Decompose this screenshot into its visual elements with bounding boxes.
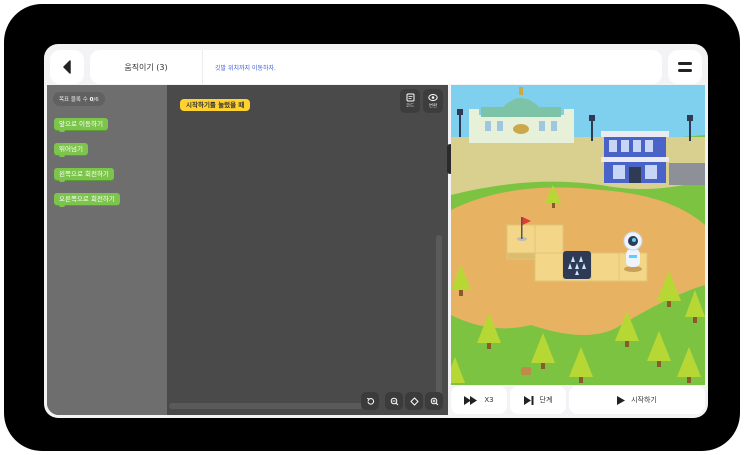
- horizontal-scrollbar[interactable]: [169, 403, 363, 409]
- block-palette: 목표 블록 수 0/6 앞으로 이동하기 뛰어넘기 왼쪽으로 회전하기 오른쪽으…: [47, 85, 167, 415]
- app-screen: 움직이기 (3) 깃발 위치까지 이동하자. 목표 블록 수 0/6 앞으로 이…: [44, 44, 708, 418]
- eye-icon: [428, 94, 438, 101]
- center-button[interactable]: [405, 392, 423, 410]
- block-count-badge: 목표 블록 수 0/6: [53, 92, 105, 106]
- header-bar: 움직이기 (3) 깃발 위치까지 이동하자.: [90, 50, 662, 84]
- center-icon: [409, 396, 419, 406]
- tablet-frame: 움직이기 (3) 깃발 위치까지 이동하자. 목표 블록 수 0/6 앞으로 이…: [4, 4, 740, 451]
- block-label: 뛰어넘기: [59, 145, 83, 153]
- block-turn-right[interactable]: 오른쪽으로 회전하기: [54, 193, 120, 207]
- spike-trap: [563, 251, 591, 279]
- block-turn-left[interactable]: 왼쪽으로 회전하기: [54, 168, 114, 182]
- code-label: 코드: [405, 104, 415, 109]
- menu-button[interactable]: [668, 50, 702, 84]
- back-arrow-icon: [63, 60, 71, 74]
- start-button[interactable]: 시작하기: [569, 386, 705, 414]
- zoom-in-icon: [430, 397, 438, 405]
- zoom-controls: [361, 391, 445, 411]
- back-button[interactable]: [50, 50, 84, 84]
- start-event-block[interactable]: 시작하기를 눌렀을 때: [180, 99, 251, 111]
- convert-view-button[interactable]: 변환: [423, 89, 443, 113]
- code-icon: [406, 93, 414, 102]
- playback-controls: X3 단계 시작하기: [451, 386, 705, 416]
- block-move-forward[interactable]: 앞으로 이동하기: [54, 118, 108, 132]
- menu-icon-line: [678, 69, 692, 72]
- speed-label: X3: [484, 396, 494, 404]
- game-stage: [451, 85, 705, 385]
- zoom-in-button[interactable]: [425, 392, 443, 410]
- menu-icon-line: [678, 62, 692, 65]
- code-editor: 목표 블록 수 0/6 앞으로 이동하기 뛰어넘기 왼쪽으로 회전하기 오른쪽으…: [47, 85, 448, 415]
- game-scene: [451, 85, 705, 385]
- step-label: 단계: [539, 396, 553, 404]
- code-view-button[interactable]: 코드: [400, 89, 420, 113]
- play-icon: [617, 395, 626, 405]
- page-title: 움직이기 (3): [90, 50, 203, 84]
- mission-goal: 깃발 위치까지 이동하자.: [215, 64, 276, 72]
- block-label: 앞으로 이동하기: [59, 120, 103, 128]
- block-label: 왼쪽으로 회전하기: [59, 170, 109, 178]
- fast-forward-icon: [464, 395, 478, 405]
- step-icon: [523, 395, 534, 405]
- step-button[interactable]: 단계: [510, 386, 566, 414]
- start-label: 시작하기: [631, 396, 657, 404]
- block-count-label: 목표 블록 수: [59, 97, 88, 103]
- zoom-out-icon: [390, 397, 398, 405]
- convert-label: 변환: [428, 104, 438, 109]
- undo-icon: [366, 397, 374, 405]
- blue-building: [601, 131, 669, 183]
- block-label: 오른쪽으로 회전하기: [59, 195, 115, 203]
- vertical-scrollbar[interactable]: [436, 235, 442, 405]
- block-jump[interactable]: 뛰어넘기: [54, 143, 88, 157]
- block-count-total: /6: [93, 97, 99, 103]
- zoom-out-button[interactable]: [385, 392, 403, 410]
- reset-button[interactable]: [361, 392, 379, 410]
- speed-button[interactable]: X3: [451, 386, 507, 414]
